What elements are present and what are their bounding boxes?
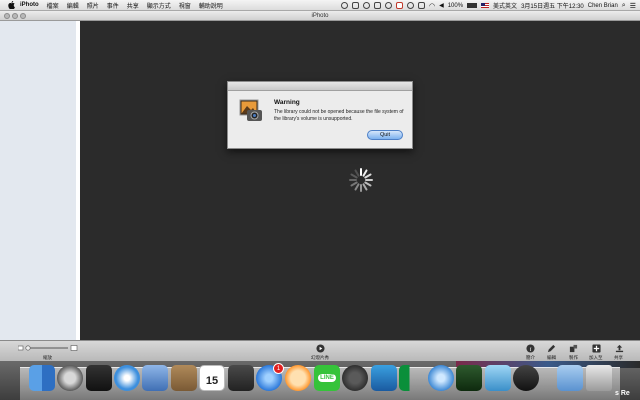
- zoom-window-button[interactable]: [20, 13, 26, 19]
- status-icon-clock[interactable]: [362, 2, 370, 9]
- menu-edit[interactable]: 編輯: [67, 1, 79, 10]
- share-icon[interactable]: [614, 343, 624, 353]
- dock-dashboard-icon[interactable]: [86, 365, 112, 391]
- dock-evernote-icon[interactable]: [342, 365, 368, 391]
- menu-bar: iPhoto 檔案 編輯 照片 事件 共享 顯示方式 視窗 輔助說明 ◠ ◀ 1…: [0, 0, 640, 11]
- dock-activity-monitor-icon[interactable]: [456, 365, 482, 391]
- loading-spinner-icon: [349, 168, 373, 192]
- dock-downloads-folder-icon[interactable]: [557, 365, 583, 391]
- status-icon-dot[interactable]: [384, 2, 392, 9]
- source-list-sidebar[interactable]: [0, 21, 80, 340]
- input-method[interactable]: 美式英文: [493, 1, 517, 10]
- dock-safari-icon[interactable]: [114, 365, 140, 391]
- window-title: iPhoto: [311, 12, 329, 19]
- slideshow-play-icon[interactable]: [315, 343, 325, 353]
- dialog-titlebar: [228, 82, 412, 91]
- dock-globe-icon[interactable]: [428, 365, 454, 391]
- window-titlebar: iPhoto: [0, 11, 640, 21]
- apple-menu-icon[interactable]: [7, 1, 15, 9]
- zoom-slider[interactable]: [18, 345, 78, 351]
- dock-contacts-icon[interactable]: [171, 365, 197, 391]
- dock-trash-icon[interactable]: [586, 365, 612, 391]
- iphoto-app-icon: [239, 99, 262, 121]
- dock-x-app-icon[interactable]: [399, 365, 425, 391]
- dock-calendar-icon[interactable]: 15: [199, 365, 225, 391]
- menu-app-name[interactable]: iPhoto: [20, 2, 39, 8]
- dock-launchpad-icon[interactable]: [57, 365, 83, 391]
- menu-view[interactable]: 顯示方式: [147, 1, 171, 10]
- notification-center-icon[interactable]: ☰: [630, 2, 636, 10]
- info-icon[interactable]: i: [525, 343, 535, 353]
- time-machine-icon[interactable]: [406, 2, 414, 9]
- create-icon[interactable]: [568, 343, 578, 353]
- menu-file[interactable]: 檔案: [47, 1, 59, 10]
- menu-user[interactable]: Chen Brian: [588, 3, 618, 9]
- dock-disk-utility-icon[interactable]: [485, 365, 511, 391]
- dock-mail-icon[interactable]: [142, 365, 168, 391]
- dock-finder-icon[interactable]: [29, 365, 55, 391]
- menu-share[interactable]: 共享: [127, 1, 139, 10]
- menu-events[interactable]: 事件: [107, 1, 119, 10]
- calendar-day-number: 15: [205, 375, 219, 387]
- us-flag-icon[interactable]: [481, 3, 490, 8]
- volume-icon[interactable]: ◀: [439, 2, 444, 9]
- parallels-pause-icon[interactable]: [395, 2, 403, 9]
- spotlight-icon[interactable]: ⌕: [622, 2, 626, 10]
- minimize-window-button[interactable]: [12, 13, 18, 19]
- dock-iphoto-icon[interactable]: [228, 365, 254, 391]
- status-icon-circle[interactable]: [340, 2, 348, 9]
- bluetooth-icon[interactable]: [417, 2, 425, 9]
- wifi-icon[interactable]: ◠: [429, 2, 435, 10]
- dock-ninja-app-icon[interactable]: [513, 365, 539, 391]
- menu-window[interactable]: 視窗: [179, 1, 191, 10]
- warning-dialog: Warning The library could not be opened …: [227, 81, 413, 149]
- dock-edge-text: s Re: [615, 390, 630, 397]
- dock-remote-desktop-icon[interactable]: [371, 365, 397, 391]
- svg-text:i: i: [529, 345, 531, 352]
- dock-game-app-icon[interactable]: [285, 365, 311, 391]
- bottom-toolbar: 縮放 幻燈片秀 i 簡介 編輯 製作 加入至 共享: [0, 340, 640, 361]
- dock-line-icon[interactable]: LINE: [314, 365, 340, 391]
- menu-photos[interactable]: 照片: [87, 1, 99, 10]
- line-icon-label: LINE: [318, 374, 336, 382]
- app-store-badge: 1: [273, 363, 284, 374]
- menu-clock[interactable]: 3月15日週五 下午12:30: [521, 1, 584, 10]
- status-icon-square[interactable]: [351, 2, 359, 9]
- battery-icon[interactable]: [467, 3, 478, 8]
- add-to-icon[interactable]: [591, 343, 601, 353]
- status-icon-box[interactable]: [373, 2, 381, 9]
- edit-pencil-icon[interactable]: [546, 343, 556, 353]
- screen: iPhoto 檔案 編輯 照片 事件 共享 顯示方式 視窗 輔助說明 ◠ ◀ 1…: [0, 0, 640, 400]
- menu-extras: ◠ ◀ 100% 美式英文 3月15日週五 下午12:30 Chen Brian…: [340, 0, 636, 11]
- dialog-message: The library could not be opened because …: [274, 109, 404, 122]
- menu-help[interactable]: 輔助說明: [199, 1, 223, 10]
- battery-percent: 100%: [447, 2, 464, 9]
- dialog-heading: Warning: [274, 99, 300, 106]
- quit-button[interactable]: Quit: [367, 130, 403, 140]
- close-window-button[interactable]: [4, 13, 10, 19]
